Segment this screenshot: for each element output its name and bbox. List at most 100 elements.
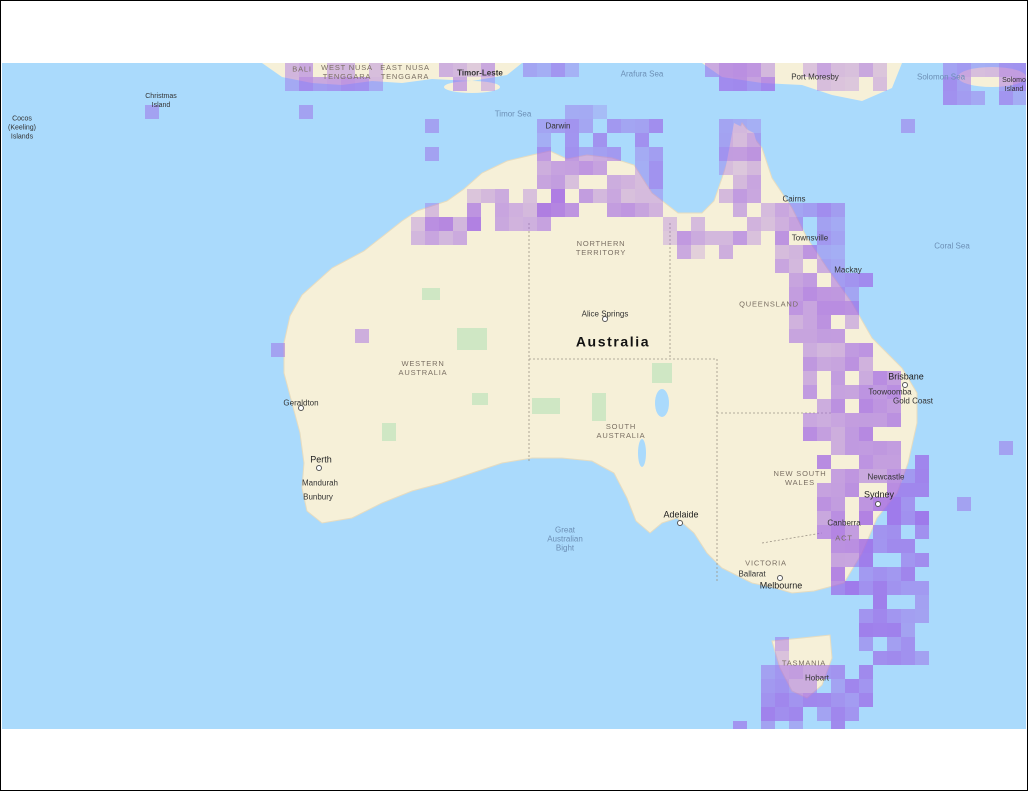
occurrence-cell	[957, 91, 971, 105]
label-timor-sea: Timor Sea	[494, 109, 532, 119]
occurrence-cell	[845, 63, 859, 77]
occurrence-cell	[635, 119, 649, 133]
occurrence-cell	[775, 679, 789, 693]
occurrence-cell	[509, 217, 523, 231]
occurrence-cell	[747, 217, 761, 231]
occurrence-cell	[761, 721, 775, 729]
label-west-nusa-tenggara: WEST NUSA TENGGARA	[321, 63, 373, 81]
occurrence-cell	[495, 217, 509, 231]
occurrence-cell	[677, 231, 691, 245]
occurrence-cell	[817, 455, 831, 469]
occurrence-cell	[831, 217, 845, 231]
occurrence-cell	[733, 147, 747, 161]
occurrence-cell	[691, 231, 705, 245]
occurrence-cell	[579, 189, 593, 203]
occurrence-cell	[775, 259, 789, 273]
occurrence-cell	[887, 511, 901, 525]
occurrence-cell	[817, 329, 831, 343]
occurrence-cell	[537, 175, 551, 189]
occurrence-cell	[873, 399, 887, 413]
park-5	[652, 363, 672, 383]
occurrence-cell	[649, 119, 663, 133]
occurrence-cell	[859, 623, 873, 637]
occurrence-cell	[803, 245, 817, 259]
occurrence-cell	[453, 231, 467, 245]
occurrence-cell	[551, 161, 565, 175]
occurrence-cell	[873, 609, 887, 623]
occurrence-cell	[271, 343, 285, 357]
occurrence-cell	[649, 147, 663, 161]
occurrence-cell	[831, 273, 845, 287]
occurrence-cell	[859, 63, 873, 77]
occurrence-cell	[859, 679, 873, 693]
occurrence-cell	[593, 133, 607, 147]
occurrence-cell	[453, 77, 467, 91]
occurrence-cell	[789, 679, 803, 693]
occurrence-cell	[873, 455, 887, 469]
occurrence-cell	[817, 343, 831, 357]
marker-geraldton	[298, 405, 304, 411]
occurrence-cell	[845, 287, 859, 301]
occurrence-cell	[817, 497, 831, 511]
occurrence-cell	[831, 301, 845, 315]
occurrence-cell	[789, 315, 803, 329]
occurrence-cell	[817, 203, 831, 217]
occurrence-cell	[775, 693, 789, 707]
occurrence-cell	[817, 315, 831, 329]
occurrence-cell	[1013, 63, 1026, 77]
occurrence-cell	[873, 413, 887, 427]
label-ballarat: Ballarat	[738, 569, 766, 579]
occurrence-cell	[761, 707, 775, 721]
occurrence-cell	[789, 707, 803, 721]
occurrence-cell	[803, 329, 817, 343]
occurrence-cell	[747, 63, 761, 77]
occurrence-cell	[775, 245, 789, 259]
label-act: ACT	[835, 533, 853, 543]
occurrence-cell	[971, 91, 985, 105]
occurrence-cell	[803, 693, 817, 707]
occurrence-cell	[915, 609, 929, 623]
occurrence-cell	[733, 231, 747, 245]
occurrence-cell	[887, 455, 901, 469]
occurrence-cell	[845, 469, 859, 483]
label-townsville: Townsville	[791, 233, 829, 243]
occurrence-cell	[901, 581, 915, 595]
occurrence-cell	[803, 315, 817, 329]
occurrence-cell	[817, 399, 831, 413]
occurrence-cell	[915, 469, 929, 483]
label-newcastle: Newcastle	[867, 472, 905, 482]
occurrence-cell	[817, 707, 831, 721]
lake-torrens	[638, 439, 646, 467]
occurrence-cell	[859, 511, 873, 525]
occurrence-cell	[845, 581, 859, 595]
occurrence-cell	[943, 91, 957, 105]
label-australia: Australia	[575, 333, 651, 350]
occurrence-cell	[789, 203, 803, 217]
occurrence-cell	[761, 63, 775, 77]
label-western-australia: WESTERN AUSTRALIA	[398, 359, 448, 377]
occurrence-cell	[859, 665, 873, 679]
occurrence-cell	[817, 427, 831, 441]
occurrence-cell	[747, 147, 761, 161]
occurrence-cell	[845, 343, 859, 357]
occurrence-cell	[789, 217, 803, 231]
occurrence-cell	[579, 147, 593, 161]
occurrence-cell	[831, 203, 845, 217]
occurrence-cell	[901, 609, 915, 623]
label-sydney: Sydney	[863, 489, 895, 500]
label-port-moresby: Port Moresby	[791, 72, 839, 82]
occurrence-cell	[817, 259, 831, 273]
occurrence-cell	[859, 609, 873, 623]
occurrence-cell	[761, 665, 775, 679]
map-canvas[interactable]: Christmas Island Cocos (Keeling) Islands BA…	[2, 63, 1026, 729]
occurrence-cell	[887, 623, 901, 637]
occurrence-cell	[733, 161, 747, 175]
park-1	[422, 288, 440, 300]
occurrence-cell	[607, 189, 621, 203]
occurrence-cell	[803, 427, 817, 441]
occurrence-cell	[831, 329, 845, 343]
occurrence-cell	[691, 217, 705, 231]
occurrence-cell	[733, 63, 747, 77]
occurrence-cell	[635, 203, 649, 217]
occurrence-cell	[565, 133, 579, 147]
